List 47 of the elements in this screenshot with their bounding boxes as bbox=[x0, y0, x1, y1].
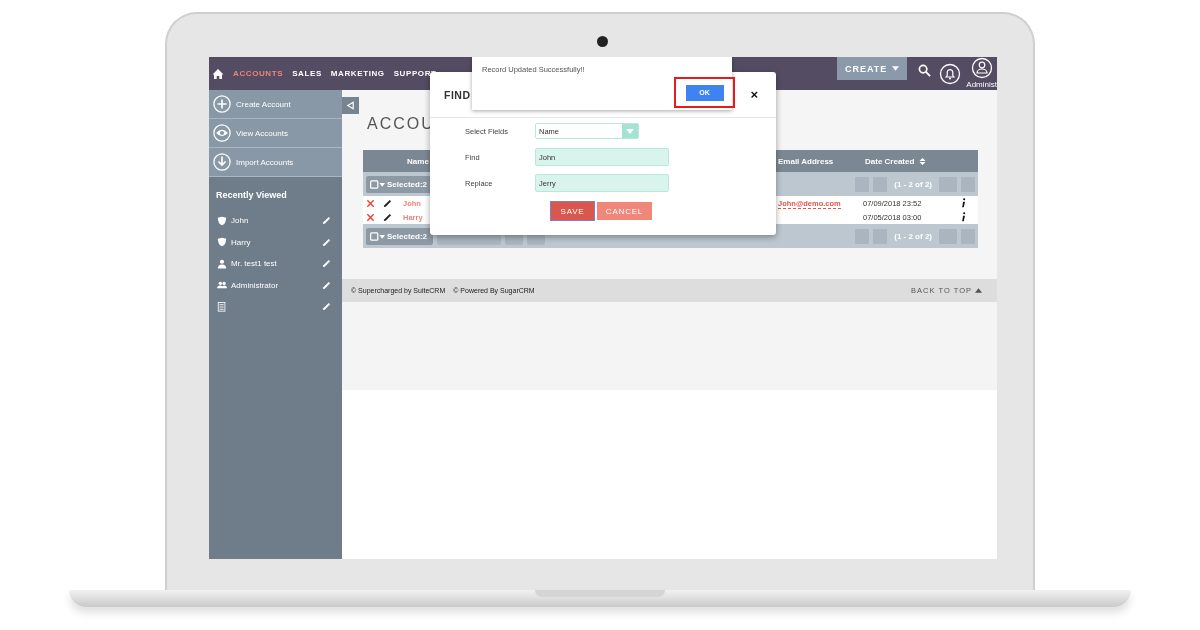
sidebar-action[interactable]: Import Accounts bbox=[209, 148, 342, 177]
checkbox-caret-icon bbox=[370, 231, 385, 241]
recently-viewed-heading: Recently Viewed bbox=[215, 189, 288, 202]
caret-up-icon bbox=[975, 288, 982, 293]
delete-icon[interactable] bbox=[366, 212, 375, 222]
search-icon[interactable] bbox=[918, 64, 932, 77]
nav-tab[interactable]: ACCOUNTS bbox=[233, 69, 284, 78]
dialog-title: FIND bbox=[444, 88, 471, 101]
caret-icon bbox=[626, 128, 634, 134]
save-button[interactable]: SAVE bbox=[551, 202, 594, 220]
pagination-count: (1 - 2 of 2) bbox=[894, 179, 932, 189]
sidebar-action[interactable]: Create Account bbox=[209, 90, 342, 119]
checkbox-caret-icon bbox=[370, 179, 385, 189]
person-icon bbox=[217, 258, 227, 269]
camera-icon bbox=[597, 36, 608, 47]
close-button[interactable]: × bbox=[750, 87, 758, 102]
caret-icon bbox=[892, 66, 900, 71]
column-header[interactable]: Email Address bbox=[778, 156, 863, 166]
pagination-count: (1 - 2 of 2) bbox=[894, 231, 932, 241]
info-icon[interactable] bbox=[961, 212, 966, 222]
shield-icon bbox=[217, 215, 227, 226]
user-name[interactable]: Administ bbox=[966, 80, 997, 89]
select-dropdown[interactable]: Selected:2 bbox=[366, 227, 434, 245]
recent-item-link[interactable]: Mr. test1 test bbox=[231, 259, 277, 269]
plus-circle-icon bbox=[213, 95, 231, 113]
cancel-button[interactable]: CANCEL bbox=[597, 202, 652, 220]
column-header[interactable]: Date Created bbox=[865, 156, 915, 166]
collapse-sidebar-button[interactable] bbox=[342, 97, 359, 114]
download-icon bbox=[213, 153, 231, 171]
create-button[interactable]: CREATE bbox=[836, 57, 908, 80]
document-icon bbox=[217, 301, 227, 312]
sidebar-action[interactable]: View Accounts bbox=[209, 119, 342, 148]
people-icon bbox=[217, 280, 227, 291]
eye-icon bbox=[213, 124, 231, 142]
delete-icon[interactable] bbox=[366, 198, 375, 208]
home-icon[interactable] bbox=[212, 67, 224, 80]
nav-tab[interactable]: MARKETING bbox=[330, 69, 385, 78]
nav-tab[interactable]: SALES bbox=[292, 69, 322, 78]
triangle-left-icon bbox=[346, 101, 355, 110]
notification-bell-icon[interactable] bbox=[939, 62, 962, 85]
user-icon[interactable] bbox=[970, 57, 993, 79]
shield-icon bbox=[217, 237, 227, 248]
info-icon[interactable] bbox=[961, 198, 966, 208]
sort-icon[interactable] bbox=[919, 157, 927, 165]
recent-item-link[interactable]: Administrator bbox=[231, 280, 279, 290]
recent-item-link[interactable]: Harry bbox=[231, 237, 251, 247]
recent-item-link[interactable]: John bbox=[231, 216, 249, 226]
